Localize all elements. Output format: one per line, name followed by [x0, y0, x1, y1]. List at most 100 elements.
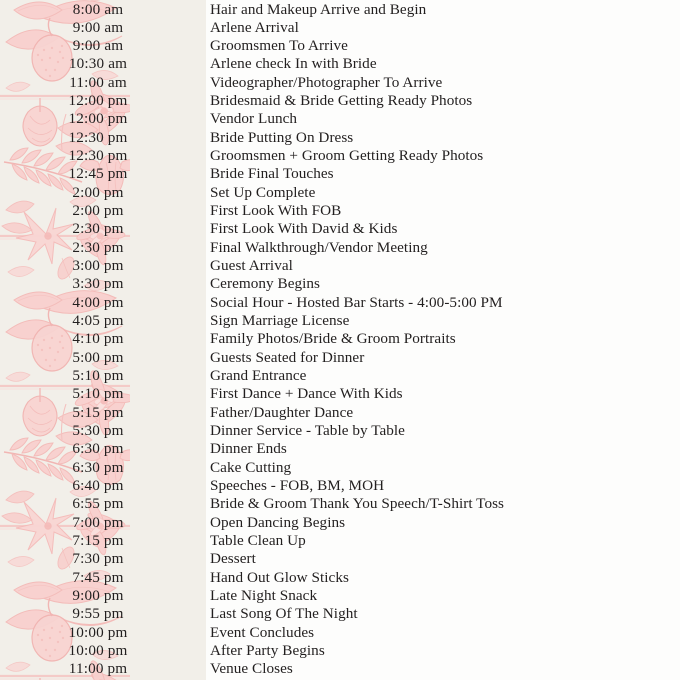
schedule-row-event: Hair and Makeup Arrive and Begin [210, 0, 427, 18]
schedule-row-event: Grand Entrance [210, 367, 307, 385]
schedule-row-event: Open Dancing Begins [210, 513, 346, 531]
schedule-row: 11:00 pm Venue Closes [0, 660, 680, 678]
schedule-row-event: Groomsmen + Groom Getting Ready Photos [210, 147, 484, 165]
schedule-row: 6:30 pm Cake Cutting [0, 459, 680, 477]
schedule-row-time: 9:00 am [72, 18, 124, 36]
schedule-row-event: Vendor Lunch [210, 110, 298, 128]
schedule-row-time: 9:55 pm [72, 605, 124, 623]
schedule-row: 5:00 pm Guests Seated for Dinner [0, 349, 680, 367]
schedule-row-event: Bride & Groom Thank You Speech/T-Shirt T… [210, 495, 505, 513]
schedule-row-time: 7:15 pm [72, 532, 124, 550]
schedule-row-time: 8:00 am [72, 0, 124, 18]
schedule-row: 2:00 pm First Look With FOB [0, 202, 680, 220]
schedule-row-time: 5:00 pm [72, 348, 124, 366]
schedule-row-event: First Look With David & Kids [210, 220, 398, 238]
schedule-row-time: 10:00 pm [68, 642, 128, 660]
schedule-row: 9:00 am Arlene Arrival [0, 19, 680, 37]
schedule-row-time: 6:55 pm [72, 495, 124, 513]
schedule-row: 7:45 pm Hand Out Glow Sticks [0, 569, 680, 587]
schedule-row-event: Father/Daughter Dance [210, 403, 354, 421]
schedule-row: 2:30 pm First Look With David & Kids [0, 220, 680, 238]
schedule-row: 5:15 pm Father/Daughter Dance [0, 404, 680, 422]
schedule-row-event: Event Concludes [210, 623, 315, 641]
schedule-row-time: 9:00 pm [72, 587, 124, 605]
schedule-row: 6:55 pm Bride & Groom Thank You Speech/T-… [0, 495, 680, 513]
schedule-row-time: 3:30 pm [72, 275, 124, 293]
schedule-row-time: 11:00 am [69, 73, 127, 91]
schedule-row-time: 6:30 pm [72, 458, 124, 476]
schedule-row: 7:15 pm Table Clean Up [0, 532, 680, 550]
schedule-row: 9:00 am Groomsmen To Arrive [0, 37, 680, 55]
schedule-row-time: 5:10 pm [72, 367, 124, 385]
schedule-row-event: Videographer/Photographer To Arrive [210, 73, 443, 91]
schedule-row-event: Ceremony Begins [210, 275, 320, 293]
schedule-row-time: 10:30 am [68, 55, 128, 73]
timeline-page: 8:00 am Hair and Makeup Arrive and Begin 9… [0, 0, 680, 680]
schedule-row: 4:05 pm Sign Marriage License [0, 312, 680, 330]
schedule-row: 11:00 am Videographer/Photographer To Arr… [0, 74, 680, 92]
schedule-row-event: Last Song Of The Night [210, 605, 358, 623]
schedule-list: 8:00 am Hair and Makeup Arrive and Begin 9… [0, 0, 680, 680]
schedule-row-event: Venue Closes [210, 660, 293, 678]
schedule-row: 3:00 pm Guest Arrival [0, 257, 680, 275]
schedule-row-time: 5:10 pm [72, 385, 124, 403]
schedule-row-event: First Dance + Dance With Kids [210, 385, 403, 403]
schedule-row-time: 9:00 am [72, 37, 124, 55]
schedule-row: 12:45 pm Bride Final Touches [0, 165, 680, 183]
schedule-row: 3:30 pm Ceremony Begins [0, 275, 680, 293]
schedule-row-time: 2:30 pm [72, 220, 124, 238]
schedule-row: 12:00 pm Bridesmaid & Bride Getting Ready… [0, 92, 680, 110]
schedule-row: 4:00 pm Social Hour - Hosted Bar Starts -… [0, 294, 680, 312]
schedule-row-time: 11:00 pm [68, 660, 128, 678]
schedule-row: 12:30 pm Bride Putting On Dress [0, 129, 680, 147]
schedule-row: 8:00 am Hair and Makeup Arrive and Begin [0, 1, 680, 19]
schedule-row-time: 12:30 pm [68, 147, 128, 165]
schedule-row-event: Dessert [210, 550, 256, 568]
schedule-row-event: Bride Final Touches [210, 165, 334, 183]
schedule-row-event: Cake Cutting [210, 458, 292, 476]
schedule-row: 10:30 am Arlene check In with Bride [0, 55, 680, 73]
schedule-row-time: 4:05 pm [72, 312, 124, 330]
schedule-row: 7:30 pm Dessert [0, 550, 680, 568]
schedule-row: 7:00 pm Open Dancing Begins [0, 514, 680, 532]
schedule-row-time: 12:45 pm [68, 165, 128, 183]
schedule-row-time: 3:00 pm [72, 257, 124, 275]
schedule-row: 12:00 pm Vendor Lunch [0, 110, 680, 128]
schedule-row-time: 6:30 pm [72, 440, 124, 458]
schedule-row-time: 4:00 pm [72, 293, 124, 311]
schedule-row-time: 12:00 pm [68, 92, 128, 110]
schedule-row-time: 6:40 pm [72, 477, 124, 495]
schedule-row: 2:00 pm Set Up Complete [0, 184, 680, 202]
schedule-row-event: Dinner Ends [210, 440, 287, 458]
schedule-row: 12:30 pm Groomsmen + Groom Getting Ready … [0, 147, 680, 165]
schedule-row-event: Speeches - FOB, BM, MOH [210, 477, 385, 495]
schedule-row: 10:00 pm After Party Begins [0, 642, 680, 660]
schedule-row-event: Set Up Complete [210, 183, 316, 201]
schedule-row-event: Hand Out Glow Sticks [210, 568, 349, 586]
schedule-row-time: 10:00 pm [68, 623, 128, 641]
schedule-row-event: Groomsmen To Arrive [210, 37, 348, 55]
schedule-row: 6:40 pm Speeches - FOB, BM, MOH [0, 477, 680, 495]
schedule-row-event: After Party Begins [210, 642, 325, 660]
schedule-row-time: 5:15 pm [72, 403, 124, 421]
schedule-row-event: Late Night Snack [210, 587, 318, 605]
schedule-row: 5:30 pm Dinner Service - Table by Table [0, 422, 680, 440]
schedule-row-time: 7:00 pm [72, 513, 124, 531]
schedule-row: 9:55 pm Last Song Of The Night [0, 605, 680, 623]
schedule-row-event: Family Photos/Bride & Groom Portraits [210, 330, 456, 348]
schedule-row-event: Arlene Arrival [210, 18, 299, 36]
schedule-row-time: 2:00 pm [72, 202, 124, 220]
schedule-row-event: Final Walkthrough/Vendor Meeting [210, 238, 428, 256]
schedule-row-event: Guests Seated for Dinner [210, 348, 365, 366]
schedule-row-event: Guest Arrival [210, 257, 293, 275]
schedule-row-event: Social Hour - Hosted Bar Starts - 4:00-5… [210, 293, 503, 311]
schedule-row-event: First Look With FOB [210, 202, 342, 220]
schedule-row-time: 5:30 pm [72, 422, 124, 440]
schedule-row: 9:00 pm Late Night Snack [0, 587, 680, 605]
schedule-row-time: 2:30 pm [72, 238, 124, 256]
schedule-row-time: 12:30 pm [68, 128, 128, 146]
schedule-row-event: Arlene check In with Bride [210, 55, 377, 73]
schedule-row: 5:10 pm Grand Entrance [0, 367, 680, 385]
schedule-row-time: 12:00 pm [68, 110, 128, 128]
schedule-row: 4:10 pm Family Photos/Bride & Groom Portr… [0, 330, 680, 348]
